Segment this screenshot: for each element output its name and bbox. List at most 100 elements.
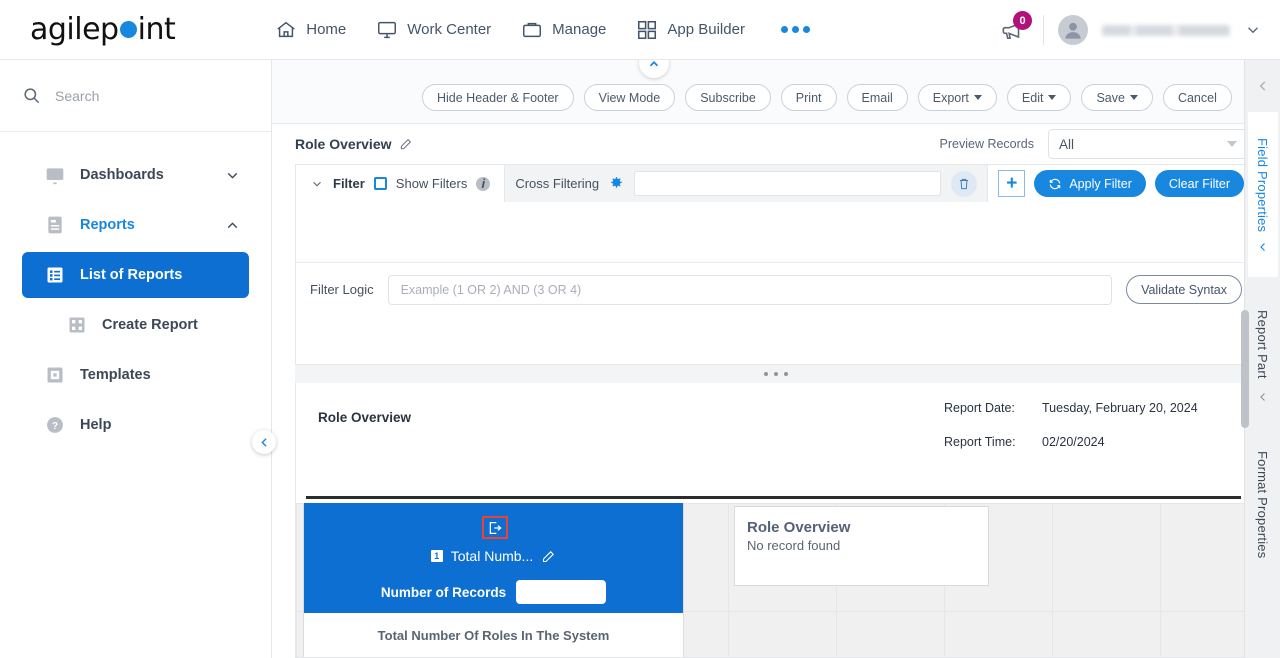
filter-logic-input[interactable]: Example (1 OR 2) AND (3 OR 4) — [387, 274, 1113, 305]
sidebar: Search Dashboards Reports List of Report… — [0, 60, 276, 658]
logo-text-part1: agilep — [30, 12, 119, 47]
validate-syntax-button[interactable]: Validate Syntax — [1126, 275, 1242, 304]
filter-left-group: Filter Show Filters i — [296, 165, 506, 202]
page-title: Role Overview — [295, 136, 392, 152]
agilepoint-logo[interactable]: agilep int — [30, 0, 176, 60]
cross-filtering-input[interactable] — [634, 171, 942, 196]
button-label: Subscribe — [700, 90, 756, 105]
record-card[interactable]: Role Overview No record found — [734, 506, 989, 586]
grid-icon — [636, 19, 658, 41]
chevron-up-icon[interactable] — [224, 217, 241, 234]
panel-resize-handle[interactable] — [295, 365, 1257, 383]
show-filters-checkbox[interactable] — [373, 177, 387, 190]
create-report-icon — [66, 314, 88, 336]
report-toolbar: Hide Header & Footer View Mode Subscribe… — [272, 48, 1280, 124]
sidebar-item-reports[interactable]: Reports — [22, 202, 249, 248]
report-time-value: 02/20/2024 — [1042, 435, 1105, 449]
report-meta: Report Date: Tuesday, February 20, 2024 … — [944, 401, 1234, 449]
rail-scrollbar-thumb[interactable] — [1241, 310, 1249, 428]
delete-filter-button[interactable] — [951, 170, 978, 197]
nav-label-home: Home — [306, 21, 347, 38]
chevron-down-icon[interactable] — [224, 167, 241, 184]
nav-item-work-center[interactable]: Work Center — [376, 19, 491, 41]
monitor-icon — [376, 19, 398, 41]
caret-down-icon — [973, 95, 982, 100]
clear-filter-label: Clear Filter — [1168, 176, 1230, 191]
tab-field-properties[interactable]: Field Properties — [1247, 112, 1278, 277]
sidebar-item-dashboards[interactable]: Dashboards — [22, 152, 249, 198]
sidebar-item-list-of-reports[interactable]: List of Reports — [22, 252, 249, 298]
search-icon — [22, 86, 41, 105]
sidebar-label-create-report: Create Report — [102, 317, 198, 333]
export-button[interactable]: Export — [917, 84, 997, 111]
filter-logic-label: Filter Logic — [310, 282, 374, 297]
report-header-title: Role Overview — [318, 410, 412, 425]
nav-label-manage: Manage — [552, 21, 607, 38]
cross-filtering-label: Cross Filtering — [515, 176, 600, 191]
list-icon — [44, 264, 66, 286]
dot-1-icon — [780, 26, 788, 33]
add-filter-button[interactable]: + — [998, 170, 1026, 197]
tab-format-properties[interactable]: Format Properties — [1248, 430, 1278, 580]
nav-more-menu-button[interactable] — [780, 26, 810, 33]
user-menu-chevron-down-icon[interactable] — [1244, 21, 1262, 39]
nav-item-home[interactable]: Home — [275, 19, 346, 41]
email-button[interactable]: Email — [846, 84, 908, 111]
filter-logic-row: Filter Logic Example (1 OR 2) AND (3 OR … — [296, 262, 1256, 316]
tab-report-part[interactable]: Report Part — [1248, 285, 1278, 420]
show-filters-label: Show Filters — [395, 176, 468, 191]
record-card-message: No record found — [747, 538, 841, 553]
preview-records-value: All — [1059, 136, 1075, 152]
avatar[interactable] — [1058, 15, 1088, 45]
nav-item-manage[interactable]: Manage — [521, 19, 606, 41]
open-field-properties-button[interactable] — [482, 516, 508, 539]
sidebar-item-create-report[interactable]: Create Report — [22, 302, 249, 348]
sidebar-item-templates[interactable]: Templates — [22, 352, 249, 398]
save-button[interactable]: Save — [1081, 84, 1153, 111]
report-layout-grid: 1 Total Numb... Number of Records Total … — [296, 503, 1256, 657]
preview-records-label: Preview Records — [939, 137, 1034, 151]
chevron-left-icon[interactable] — [1257, 241, 1269, 259]
info-icon[interactable]: i — [476, 176, 491, 191]
hide-header-footer-button[interactable]: Hide Header & Footer — [422, 84, 574, 111]
announcements-button[interactable]: 0 — [995, 11, 1032, 47]
dot-2-icon — [791, 26, 799, 33]
nav-item-app-builder[interactable]: App Builder — [636, 19, 745, 41]
dot-3-icon — [802, 26, 810, 33]
cross-filtering-group: Cross Filtering — [505, 165, 988, 202]
report-date-value: Tuesday, February 20, 2024 — [1042, 401, 1198, 415]
button-label: Save — [1096, 90, 1125, 105]
subscribe-button[interactable]: Subscribe — [685, 84, 771, 111]
apply-filter-label: Apply Filter — [1069, 176, 1132, 191]
chevron-left-icon[interactable] — [1257, 387, 1269, 403]
report-part-header: 1 Total Numb... Number of Records — [304, 503, 683, 613]
sidebar-item-help[interactable]: ? Help — [22, 402, 249, 448]
edit-title-pencil-icon[interactable] — [399, 137, 413, 151]
sidebar-collapse-button[interactable] — [252, 430, 276, 454]
selected-report-part[interactable]: 1 Total Numb... Number of Records Total … — [303, 503, 684, 657]
briefcase-icon — [521, 19, 543, 41]
gear-icon[interactable] — [609, 176, 624, 191]
apply-filter-button[interactable]: Apply Filter — [1034, 170, 1146, 197]
edit-button[interactable]: Edit — [1006, 84, 1072, 111]
number-of-records-input[interactable] — [516, 580, 607, 604]
sidebar-label-dashboards: Dashboards — [80, 167, 164, 183]
search-input[interactable]: Search — [0, 60, 271, 132]
top-right-area: 0 — [995, 0, 1262, 60]
report-title-row: Role Overview Preview Records All — [272, 124, 1280, 164]
print-button[interactable]: Print — [780, 84, 837, 111]
chevron-down-icon[interactable] — [310, 177, 324, 191]
number-of-records-label: Number of Records — [380, 584, 507, 600]
preview-records-select[interactable]: All — [1048, 129, 1248, 159]
filter-bar: Filter Show Filters i Cross Filtering + — [296, 165, 1256, 202]
chevron-left-icon — [1256, 79, 1270, 93]
view-mode-button[interactable]: View Mode — [583, 84, 676, 111]
clear-filter-button[interactable]: Clear Filter — [1154, 170, 1244, 197]
top-bar: agilep int Home Work Center Manage App B… — [0, 0, 1280, 60]
edit-pencil-icon[interactable] — [541, 549, 556, 564]
cancel-button[interactable]: Cancel — [1162, 84, 1232, 111]
filter-rows-area — [296, 202, 1256, 262]
rail-collapse-button[interactable] — [1245, 60, 1280, 112]
report-date-label: Report Date: — [944, 401, 1015, 415]
main-content: Hide Header & Footer View Mode Subscribe… — [272, 48, 1280, 658]
